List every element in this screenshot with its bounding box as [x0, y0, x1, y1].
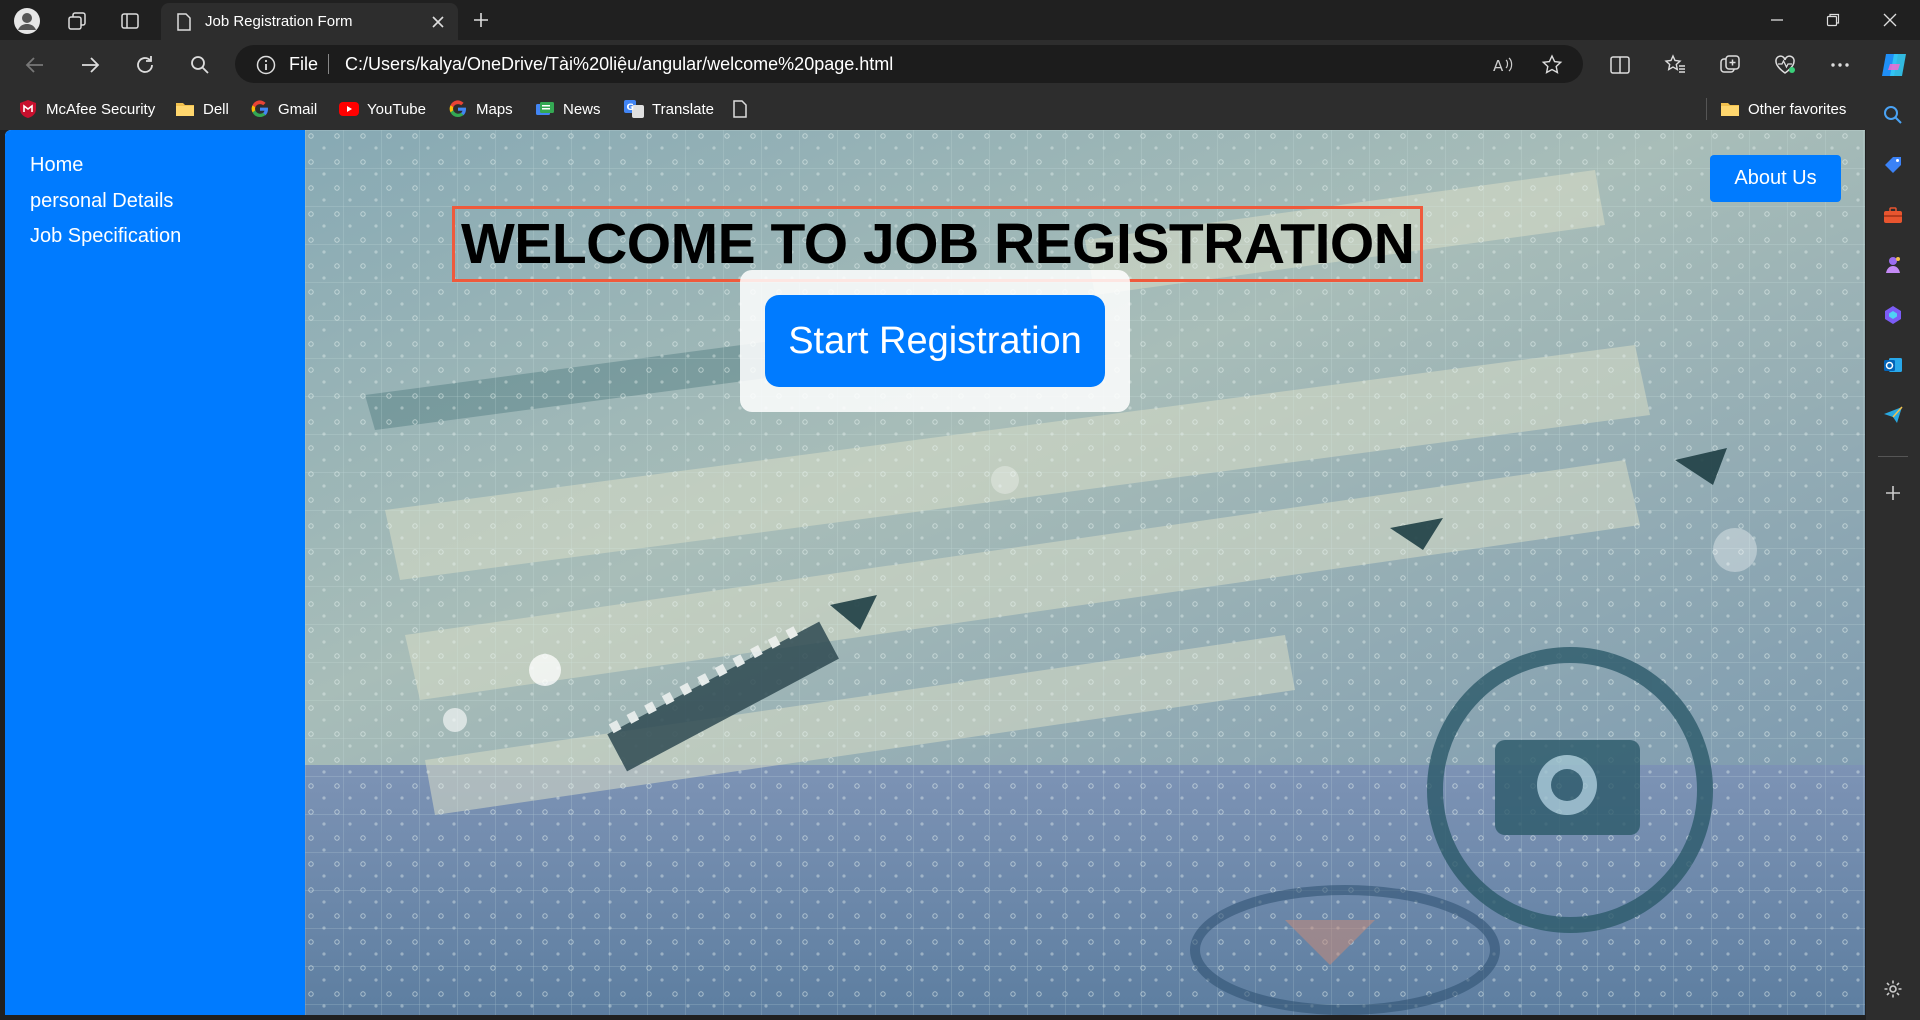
other-favorites[interactable]: Other favorites — [1720, 97, 1846, 121]
start-registration-button[interactable]: Start Registration — [765, 295, 1105, 387]
favorite-mcafee[interactable]: McAfee Security — [18, 97, 155, 121]
favorite-label: Maps — [476, 100, 513, 118]
mcafee-icon — [18, 99, 38, 119]
outlook-icon[interactable] — [1882, 354, 1904, 376]
favorite-label: Translate — [652, 100, 714, 118]
about-us-button[interactable]: About Us — [1710, 155, 1841, 202]
restore-icon[interactable] — [1821, 8, 1845, 32]
read-aloud-icon[interactable]: A — [1491, 53, 1515, 77]
sidebar-nav: Home personal Details Job Specification — [5, 130, 305, 1015]
copilot-icon[interactable] — [1879, 49, 1911, 81]
favorite-label: News — [563, 100, 601, 118]
new-tab-icon[interactable] — [469, 8, 493, 32]
games-icon[interactable] — [1882, 254, 1904, 276]
refresh-icon[interactable] — [132, 52, 158, 78]
workspaces-icon[interactable] — [64, 8, 90, 34]
favorite-label: YouTube — [367, 100, 426, 118]
svg-text:A: A — [1493, 57, 1504, 75]
sidebar-link-job-specification[interactable]: Job Specification — [30, 225, 181, 248]
google-icon — [250, 99, 270, 119]
more-options-icon[interactable] — [1827, 52, 1853, 78]
tab-actions-icon[interactable] — [117, 8, 143, 34]
copilot-app-icon[interactable] — [1882, 304, 1904, 326]
favorite-page[interactable] — [730, 97, 758, 121]
favorites-bar: McAfee Security Dell Gmail YouTube Maps … — [0, 88, 1920, 130]
tab-title: Job Registration Form — [205, 13, 353, 30]
favorite-maps[interactable]: Maps — [448, 97, 513, 121]
favorites-divider — [1706, 98, 1707, 120]
start-registration-card: Start Registration — [740, 270, 1130, 412]
split-screen-icon[interactable] — [1607, 52, 1633, 78]
favorite-label: McAfee Security — [46, 100, 156, 118]
folder-icon — [1720, 99, 1740, 119]
web-page: Home personal Details Job Specification — [5, 130, 1865, 1015]
tab-job-registration[interactable]: Job Registration Form — [161, 3, 458, 40]
favorite-label: Dell — [203, 100, 229, 118]
edge-sidebar — [1866, 88, 1920, 1020]
favorite-star-icon[interactable] — [1540, 53, 1564, 77]
search-icon[interactable] — [187, 52, 213, 78]
youtube-icon — [339, 99, 359, 119]
collections-icon[interactable] — [1717, 52, 1743, 78]
address-separator — [328, 54, 329, 74]
back-icon[interactable] — [22, 52, 48, 78]
svg-text:G: G — [627, 103, 634, 113]
page-icon — [730, 99, 750, 119]
browser-essentials-icon[interactable] — [1772, 52, 1798, 78]
send-icon[interactable] — [1882, 404, 1904, 426]
other-favorites-label: Other favorites — [1748, 100, 1847, 118]
favorite-translate[interactable]: G Translate — [624, 97, 714, 121]
translate-icon: G — [624, 99, 644, 119]
profile-icon[interactable] — [12, 6, 42, 36]
close-tab-icon[interactable] — [429, 13, 447, 31]
address-url[interactable]: C:/Users/kalya/OneDrive/Tài%20liệu/angul… — [345, 54, 893, 75]
address-scheme-label: File — [289, 54, 319, 74]
close-window-icon[interactable] — [1878, 8, 1902, 32]
tools-briefcase-icon[interactable] — [1882, 204, 1904, 226]
google-icon — [448, 99, 468, 119]
favorite-label: Gmail — [278, 100, 318, 118]
add-icon[interactable] — [1882, 482, 1904, 504]
news-icon — [535, 99, 555, 119]
page-icon — [175, 12, 193, 32]
search-icon[interactable] — [1882, 104, 1904, 126]
folder-icon — [175, 99, 195, 119]
favorite-gmail[interactable]: Gmail — [250, 97, 317, 121]
sidebar-link-personal-details[interactable]: personal Details — [30, 190, 173, 213]
info-icon[interactable] — [255, 54, 277, 76]
favorite-dell[interactable]: Dell — [175, 97, 229, 121]
address-bar[interactable]: File C:/Users/kalya/OneDrive/Tài%20liệu/… — [235, 45, 1583, 83]
settings-gear-icon[interactable] — [1882, 978, 1904, 1000]
favorite-news[interactable]: News — [535, 97, 601, 121]
shopping-tag-icon[interactable] — [1882, 154, 1904, 176]
browser-tab-bar: Job Registration Form — [0, 0, 1920, 40]
sidebar-link-home[interactable]: Home — [30, 154, 83, 177]
favorite-youtube[interactable]: YouTube — [339, 97, 426, 121]
favorites-icon[interactable] — [1662, 52, 1688, 78]
browser-toolbar: File C:/Users/kalya/OneDrive/Tài%20liệu/… — [0, 40, 1920, 88]
rail-divider — [1878, 456, 1908, 457]
hero-section: WELCOME TO JOB REGISTRATION Start Regist… — [305, 130, 1865, 1015]
minimize-icon[interactable] — [1765, 8, 1789, 32]
forward-icon[interactable] — [77, 52, 103, 78]
